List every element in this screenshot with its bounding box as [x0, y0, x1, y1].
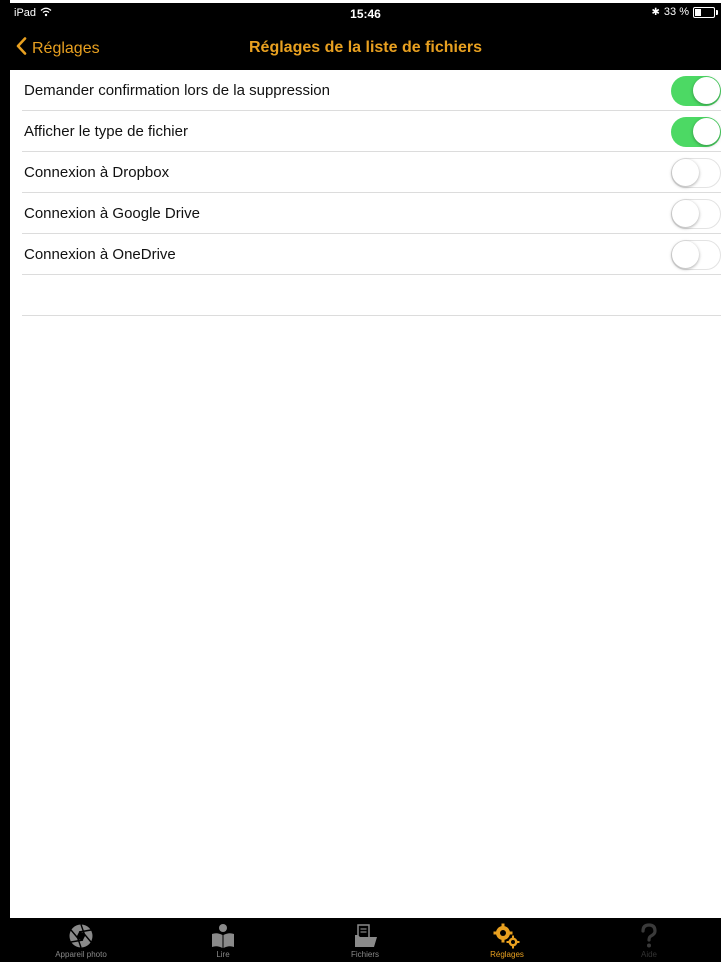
- setting-label: Connexion à Dropbox: [24, 163, 170, 181]
- tab-files[interactable]: Fichiers: [294, 918, 436, 962]
- setting-row-show-file-type: Afficher le type de fichier: [22, 111, 721, 152]
- files-icon: [294, 923, 436, 949]
- battery-icon: [693, 6, 718, 18]
- tab-bar: Appareil photo Lire Fichiers Réglages Ai…: [10, 918, 721, 962]
- status-right: ✱ 33 %: [651, 6, 718, 18]
- empty-row: [22, 275, 721, 316]
- navigation-bar: Réglages Réglages de la liste de fichier…: [10, 28, 721, 70]
- question-icon: [578, 923, 720, 949]
- setting-label: Afficher le type de fichier: [24, 122, 188, 140]
- tab-label: Réglages: [490, 950, 524, 959]
- setting-row-delete-confirmation: Demander confirmation lors de la suppres…: [22, 70, 721, 111]
- tab-read[interactable]: Lire: [152, 918, 294, 962]
- reader-icon: [152, 923, 294, 949]
- setting-label: Connexion à Google Drive: [24, 204, 200, 222]
- status-time: 15:46: [350, 7, 381, 21]
- toggle-knob: [693, 77, 720, 104]
- setting-label: Connexion à OneDrive: [24, 245, 176, 263]
- show-file-type-toggle[interactable]: [671, 117, 721, 147]
- setting-row-google-drive: Connexion à Google Drive: [22, 193, 721, 234]
- tab-label: Fichiers: [350, 950, 379, 959]
- status-bar: iPad 15:46 ✱ 33 %: [10, 3, 721, 25]
- toggle-knob: [672, 241, 699, 268]
- toggle-knob: [693, 118, 720, 145]
- setting-row-onedrive: Connexion à OneDrive: [22, 234, 721, 275]
- toggle-knob: [672, 200, 699, 227]
- tab-label: Appareil photo: [55, 950, 107, 959]
- settings-list: Demander confirmation lors de la suppres…: [22, 70, 721, 316]
- ipad-screen: iPad 15:46 ✱ 33 % Réglages Réglages de l…: [10, 3, 721, 962]
- tab-camera[interactable]: Appareil photo: [10, 918, 152, 962]
- battery-percent: 33 %: [663, 6, 689, 18]
- google-drive-toggle[interactable]: [671, 199, 721, 229]
- setting-label: Demander confirmation lors de la suppres…: [24, 81, 330, 99]
- delete-confirmation-toggle[interactable]: [671, 76, 721, 106]
- toggle-knob: [672, 159, 699, 186]
- dropbox-toggle[interactable]: [671, 158, 721, 188]
- gears-icon: [436, 923, 578, 949]
- onedrive-toggle[interactable]: [671, 240, 721, 270]
- tab-help[interactable]: Aide: [578, 918, 720, 962]
- setting-row-dropbox: Connexion à Dropbox: [22, 152, 721, 193]
- page-title: Réglages de la liste de fichiers: [249, 39, 482, 56]
- device-frame-edge: [0, 0, 10, 962]
- tab-label: Aide: [640, 950, 657, 959]
- tab-settings[interactable]: Réglages: [436, 918, 578, 962]
- camera-aperture-icon: [10, 923, 152, 949]
- top-bar: iPad 15:46 ✱ 33 % Réglages Réglages de l…: [10, 3, 721, 70]
- tab-label: Lire: [216, 950, 230, 959]
- bluetooth-icon: ✱: [651, 6, 660, 18]
